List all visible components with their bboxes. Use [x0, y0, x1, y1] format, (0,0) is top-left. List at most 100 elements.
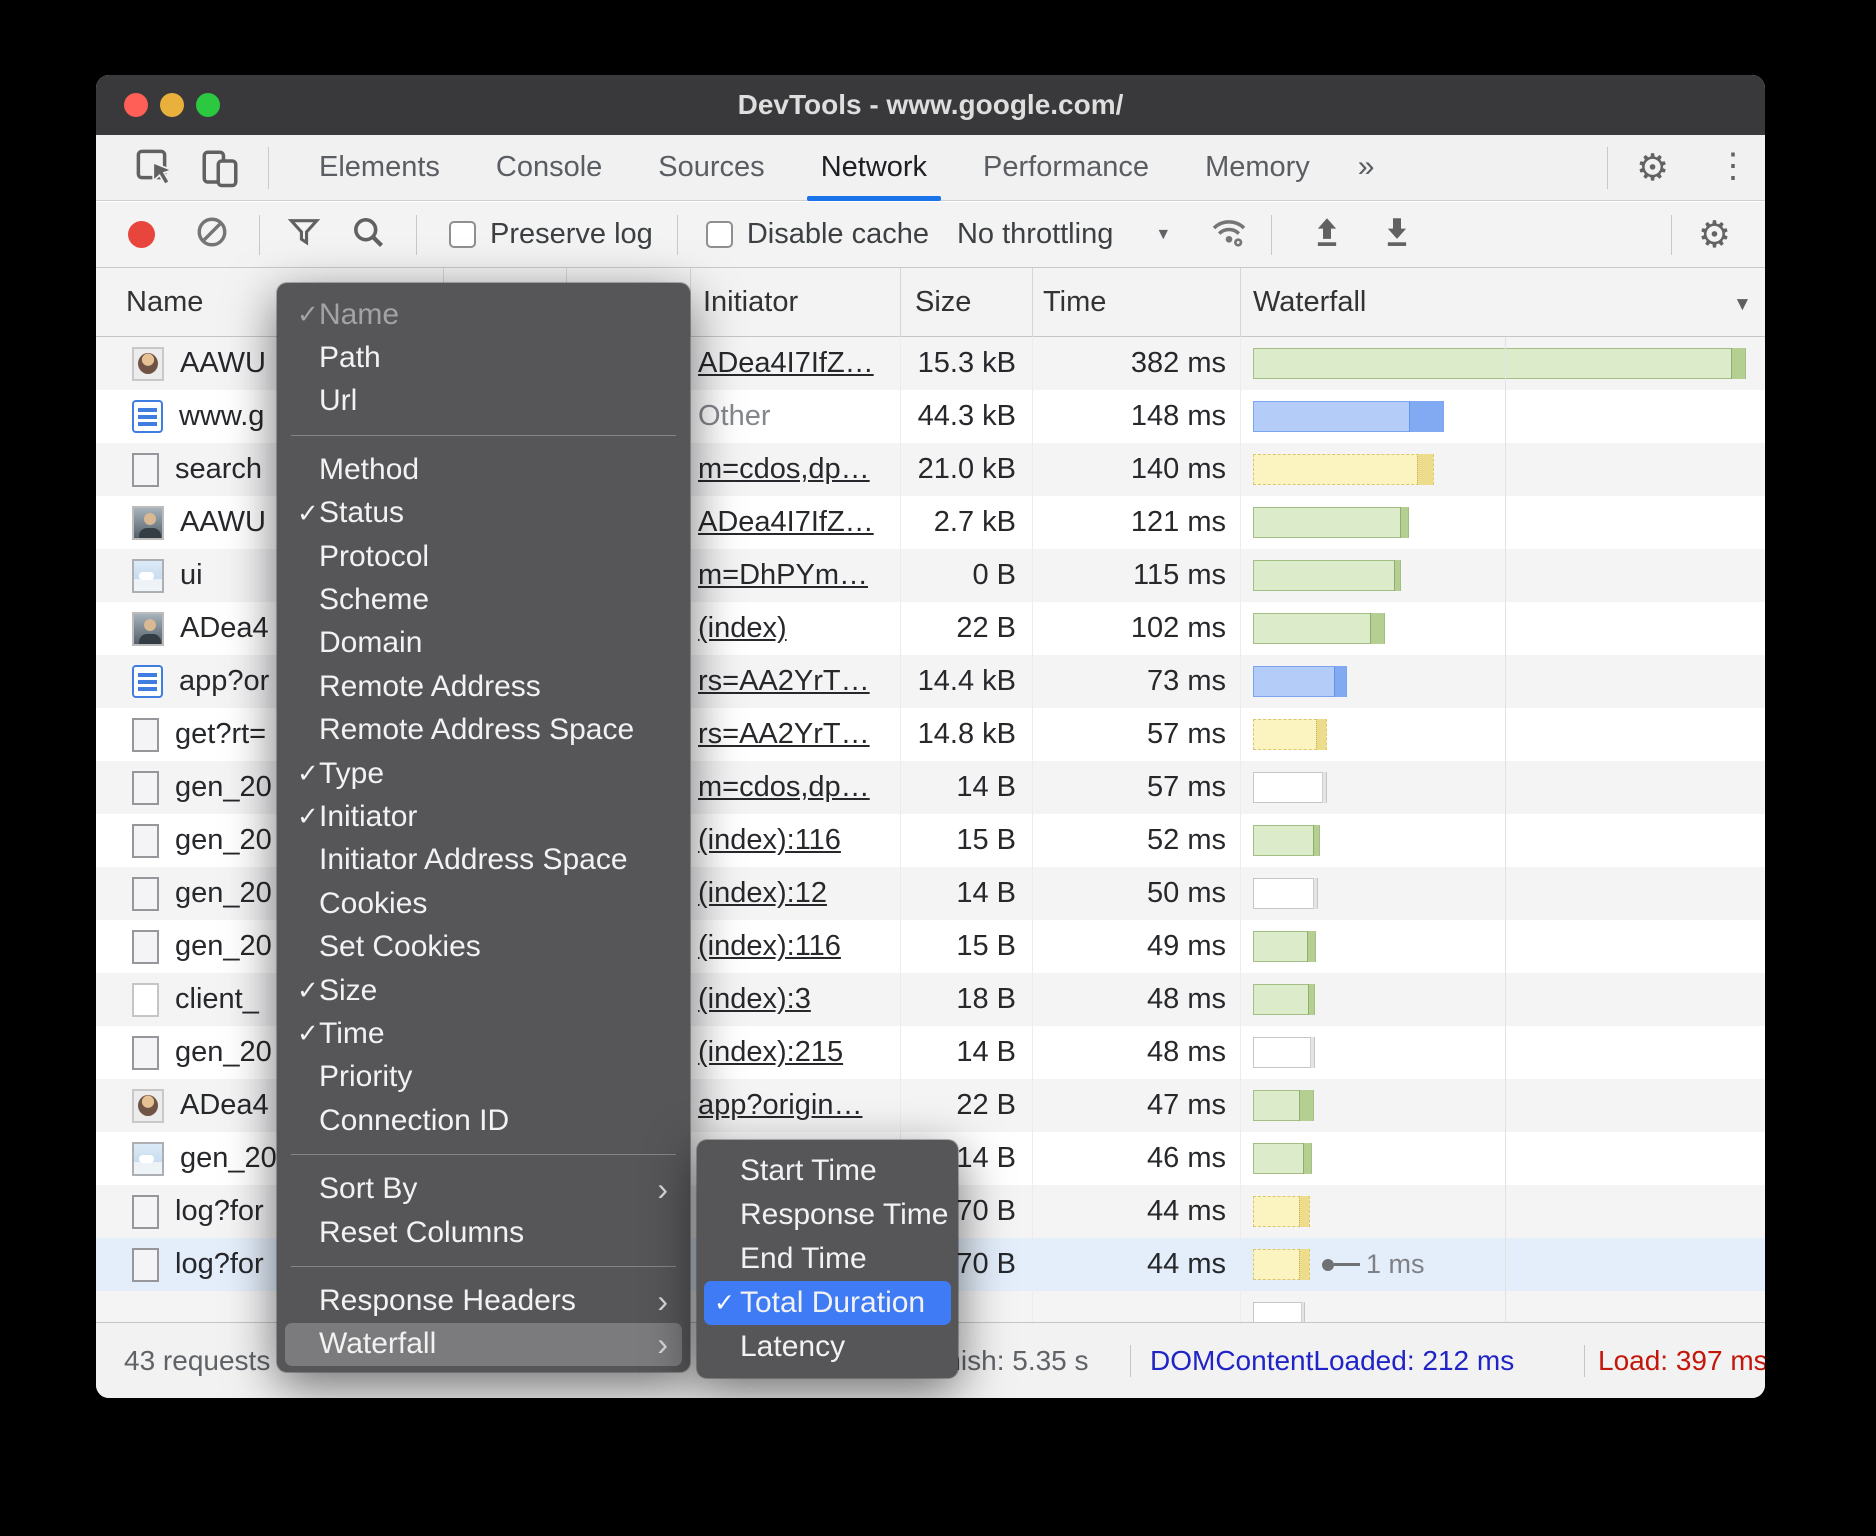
menu-item-domain[interactable]: Domain [285, 622, 682, 665]
tab-network[interactable]: Network [793, 135, 955, 201]
preserve-log-checkbox[interactable] [449, 221, 476, 248]
menu-item-set-cookies[interactable]: Set Cookies [285, 925, 682, 968]
gray-file-icon [132, 1248, 159, 1282]
settings-gear-icon[interactable]: ⚙ [1636, 149, 1669, 186]
panel-tabs: ElementsConsoleSourcesNetworkPerformance… [291, 135, 1394, 201]
submenu-item-latency[interactable]: Latency [704, 1325, 951, 1369]
column-header-waterfall[interactable]: Waterfall [1253, 268, 1366, 337]
tab-console[interactable]: Console [468, 135, 630, 201]
menu-item-priority[interactable]: Priority [285, 1056, 682, 1099]
initiator-link[interactable]: m=cdos,dp… [698, 453, 870, 485]
column-header-name[interactable]: Name [126, 268, 203, 337]
request-time: 57 ms [1032, 708, 1226, 761]
record-button[interactable] [128, 221, 155, 248]
tab-memory[interactable]: Memory [1177, 135, 1338, 201]
menu-item-method[interactable]: Method [285, 448, 682, 491]
menu-item-label: Priority [319, 1060, 682, 1094]
menu-item-reset-columns[interactable]: Reset Columns [285, 1211, 682, 1254]
menu-item-remote-address-space[interactable]: Remote Address Space [285, 709, 682, 752]
request-name: client_ [175, 973, 259, 1026]
divider [1671, 215, 1672, 255]
waterfall-annotation: 1 ms [1366, 1238, 1425, 1291]
menu-item-time[interactable]: ✓Time [285, 1012, 682, 1055]
disable-cache-checkbox[interactable] [706, 221, 733, 248]
minimize-window-button[interactable] [160, 93, 184, 117]
column-header-size[interactable]: Size [915, 268, 971, 337]
request-time: 73 ms [1032, 655, 1226, 708]
waterfall-bar [1253, 825, 1320, 856]
submenu-item-end-time[interactable]: End Time [704, 1237, 951, 1281]
menu-item-label: Reset Columns [319, 1216, 682, 1250]
column-header-initiator[interactable]: Initiator [703, 268, 798, 337]
initiator-link[interactable]: app?origin… [698, 1089, 862, 1121]
close-window-button[interactable] [124, 93, 148, 117]
inspect-element-icon[interactable] [134, 147, 176, 189]
tab-sources[interactable]: Sources [630, 135, 792, 201]
network-settings-gear-icon[interactable]: ⚙ [1698, 216, 1731, 253]
menu-item-label: Method [319, 453, 682, 487]
menu-item-scheme[interactable]: Scheme [285, 578, 682, 621]
menu-item-protocol[interactable]: Protocol [285, 535, 682, 578]
menu-item-sort-by[interactable]: Sort By› [285, 1167, 682, 1210]
request-time: 44 ms [1032, 1185, 1226, 1238]
initiator-link[interactable]: rs=AA2YrT… [698, 665, 870, 697]
export-har-icon[interactable] [1382, 216, 1412, 253]
menu-item-label: Url [319, 384, 682, 418]
menu-item-waterfall[interactable]: Waterfall› [285, 1323, 682, 1366]
submenu-item-response-time[interactable]: Response Time [704, 1193, 951, 1237]
chevron-down-icon[interactable]: ▼ [1155, 226, 1171, 244]
menu-item-remote-address[interactable]: Remote Address [285, 665, 682, 708]
initiator-link[interactable]: rs=AA2YrT… [698, 718, 870, 750]
initiator-link[interactable]: (index):3 [698, 983, 811, 1015]
request-time: 115 ms [1032, 549, 1226, 602]
submenu-item-total-duration[interactable]: ✓Total Duration [704, 1281, 951, 1325]
request-time: 52 ms [1032, 814, 1226, 867]
menu-separator [291, 1154, 676, 1155]
initiator-link[interactable]: (index):116 [698, 824, 841, 856]
request-time: 102 ms [1032, 602, 1226, 655]
menu-item-initiator-address-space[interactable]: Initiator Address Space [285, 839, 682, 882]
menu-item-size[interactable]: ✓Size [285, 969, 682, 1012]
initiator-link[interactable]: (index):116 [698, 930, 841, 962]
menu-item-cookies[interactable]: Cookies [285, 882, 682, 925]
network-conditions-icon[interactable] [1209, 213, 1249, 256]
submenu-item-start-time[interactable]: Start Time [704, 1149, 951, 1193]
menu-item-status[interactable]: ✓Status [285, 492, 682, 535]
request-size: 14.8 kB [896, 708, 1016, 761]
gray-file-icon [132, 718, 159, 752]
waterfall-bar [1253, 1196, 1310, 1227]
gray-file-icon [132, 824, 159, 858]
more-options-icon[interactable]: ⋮ [1716, 149, 1750, 183]
device-toolbar-icon[interactable] [198, 147, 242, 189]
initiator-link[interactable]: ADea4I7IfZ… [698, 506, 874, 538]
initiator-link[interactable]: (index):12 [698, 877, 827, 909]
menu-item-initiator[interactable]: ✓Initiator [285, 795, 682, 838]
submenu-item-label: Latency [740, 1330, 845, 1364]
tab-performance[interactable]: Performance [955, 135, 1177, 201]
throttling-select[interactable]: No throttling [957, 218, 1113, 251]
request-count: 43 requests [124, 1323, 270, 1398]
import-har-icon[interactable] [1312, 216, 1342, 253]
initiator-link[interactable]: (index) [698, 612, 787, 644]
sort-direction-icon[interactable]: ▼ [1733, 294, 1752, 316]
zoom-window-button[interactable] [196, 93, 220, 117]
menu-item-url[interactable]: Url [285, 380, 682, 423]
initiator-link[interactable]: m=DhPYm… [698, 559, 868, 591]
menu-item-response-headers[interactable]: Response Headers› [285, 1279, 682, 1322]
request-name: AAWU [180, 337, 266, 390]
column-header-time[interactable]: Time [1043, 268, 1106, 337]
request-size: 0 B [896, 549, 1016, 602]
tab-elements[interactable]: Elements [291, 135, 468, 201]
search-icon[interactable] [350, 214, 386, 255]
initiator-link[interactable]: ADea4I7IfZ… [698, 347, 874, 379]
checkmark-icon: ✓ [285, 758, 319, 789]
filter-icon[interactable] [286, 215, 322, 254]
clear-icon[interactable] [195, 215, 229, 254]
more-tabs-icon[interactable]: » [1338, 135, 1395, 201]
initiator-link[interactable]: m=cdos,dp… [698, 771, 870, 803]
divider [677, 215, 678, 255]
menu-item-type[interactable]: ✓Type [285, 752, 682, 795]
initiator-link[interactable]: (index):215 [698, 1036, 843, 1068]
menu-item-path[interactable]: Path [285, 336, 682, 379]
menu-item-connection-id[interactable]: Connection ID [285, 1099, 682, 1142]
